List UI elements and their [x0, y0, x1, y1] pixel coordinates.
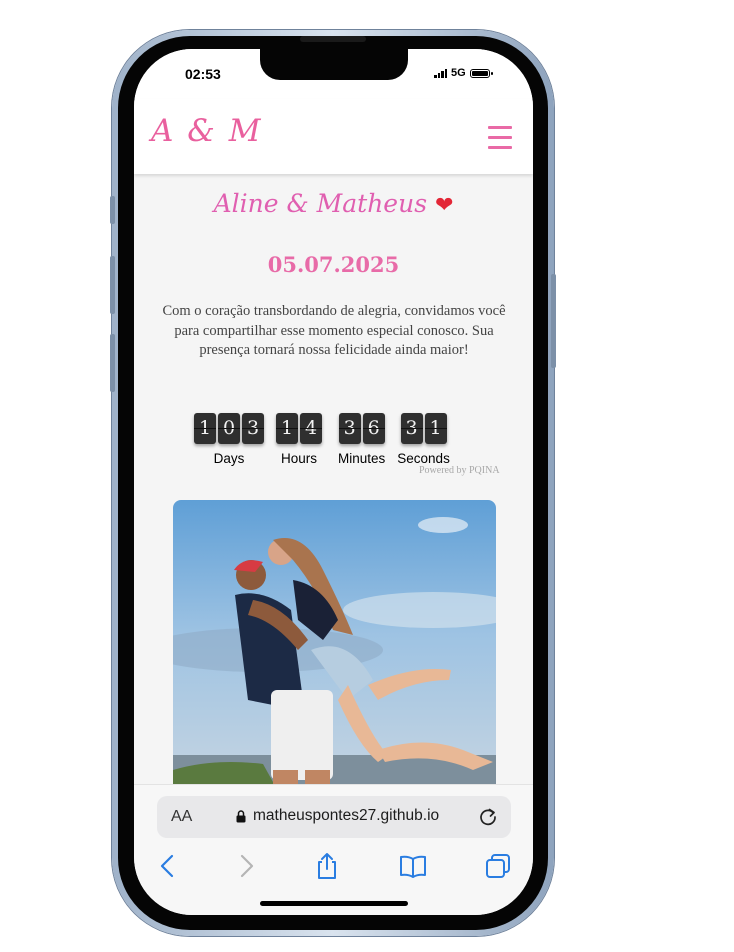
silent-switch: [110, 196, 115, 224]
couple-names-heading: Aline & Matheus ❤: [134, 189, 533, 218]
powered-by-link[interactable]: Powered by PQINA: [419, 465, 500, 476]
share-icon[interactable]: [312, 851, 342, 881]
phone-screen: 02:53 5G A & M Aline & Matheus ❤ 05.07.2…: [134, 49, 533, 915]
status-indicators: 5G: [434, 67, 493, 79]
site-logo[interactable]: A & M: [151, 113, 262, 149]
forward-icon[interactable]: [231, 851, 261, 881]
countdown-digit: 1: [424, 413, 447, 444]
status-time: 02:53: [185, 66, 221, 82]
home-indicator[interactable]: [260, 901, 408, 906]
wedding-date: 05.07.2025: [267, 252, 400, 277]
countdown-label-days: Days: [213, 451, 245, 466]
countdown-timer: 1 0 3 Days 1 4 Hours 3 6 Minutes 3 1 Sec…: [194, 413, 450, 466]
safari-toolbar: AA matheuspontes27.github.io: [134, 784, 533, 915]
countdown-digit: 1: [194, 413, 216, 444]
bookmarks-icon[interactable]: [398, 851, 428, 881]
countdown-label-minutes: Minutes: [338, 451, 386, 466]
countdown-digit: 3: [400, 413, 423, 444]
power-button: [551, 274, 556, 368]
hamburger-menu-icon[interactable]: [488, 126, 512, 149]
speaker-grille: [300, 36, 366, 42]
countdown-digit: 3: [338, 413, 361, 444]
volume-down-button: [110, 334, 115, 392]
countdown-digit: 3: [242, 413, 264, 444]
countdown-digit: 0: [218, 413, 240, 444]
site-header: A & M: [134, 99, 533, 174]
reload-icon[interactable]: [477, 806, 499, 828]
countdown-seconds: 3 1 Seconds: [397, 413, 450, 466]
back-icon[interactable]: [153, 851, 183, 881]
volume-up-button: [110, 256, 115, 314]
countdown-label-seconds: Seconds: [397, 451, 450, 466]
countdown-minutes: 3 6 Minutes: [338, 413, 385, 466]
invitation-text: Com o coração transbordando de alegria, …: [162, 303, 506, 358]
countdown-digit: 6: [362, 413, 385, 444]
url-text[interactable]: matheuspontes27.github.io: [253, 807, 439, 825]
countdown-days: 1 0 3 Days: [194, 413, 264, 466]
network-label: 5G: [451, 67, 466, 79]
lock-icon: [236, 810, 246, 823]
battery-icon: [469, 68, 493, 78]
text-size-button[interactable]: AA: [171, 808, 192, 826]
notch: [260, 49, 408, 80]
tabs-icon[interactable]: [483, 851, 513, 881]
countdown-hours: 1 4 Hours: [276, 413, 322, 466]
countdown-label-hours: Hours: [280, 451, 317, 466]
couple-names: Aline & Matheus: [213, 189, 428, 218]
couple-photo: [173, 500, 496, 800]
heart-icon: ❤: [434, 193, 454, 218]
address-bar[interactable]: AA matheuspontes27.github.io: [157, 796, 511, 838]
countdown-digit: 1: [276, 413, 298, 444]
signal-icon: [434, 68, 447, 78]
countdown-digit: 4: [300, 413, 322, 444]
